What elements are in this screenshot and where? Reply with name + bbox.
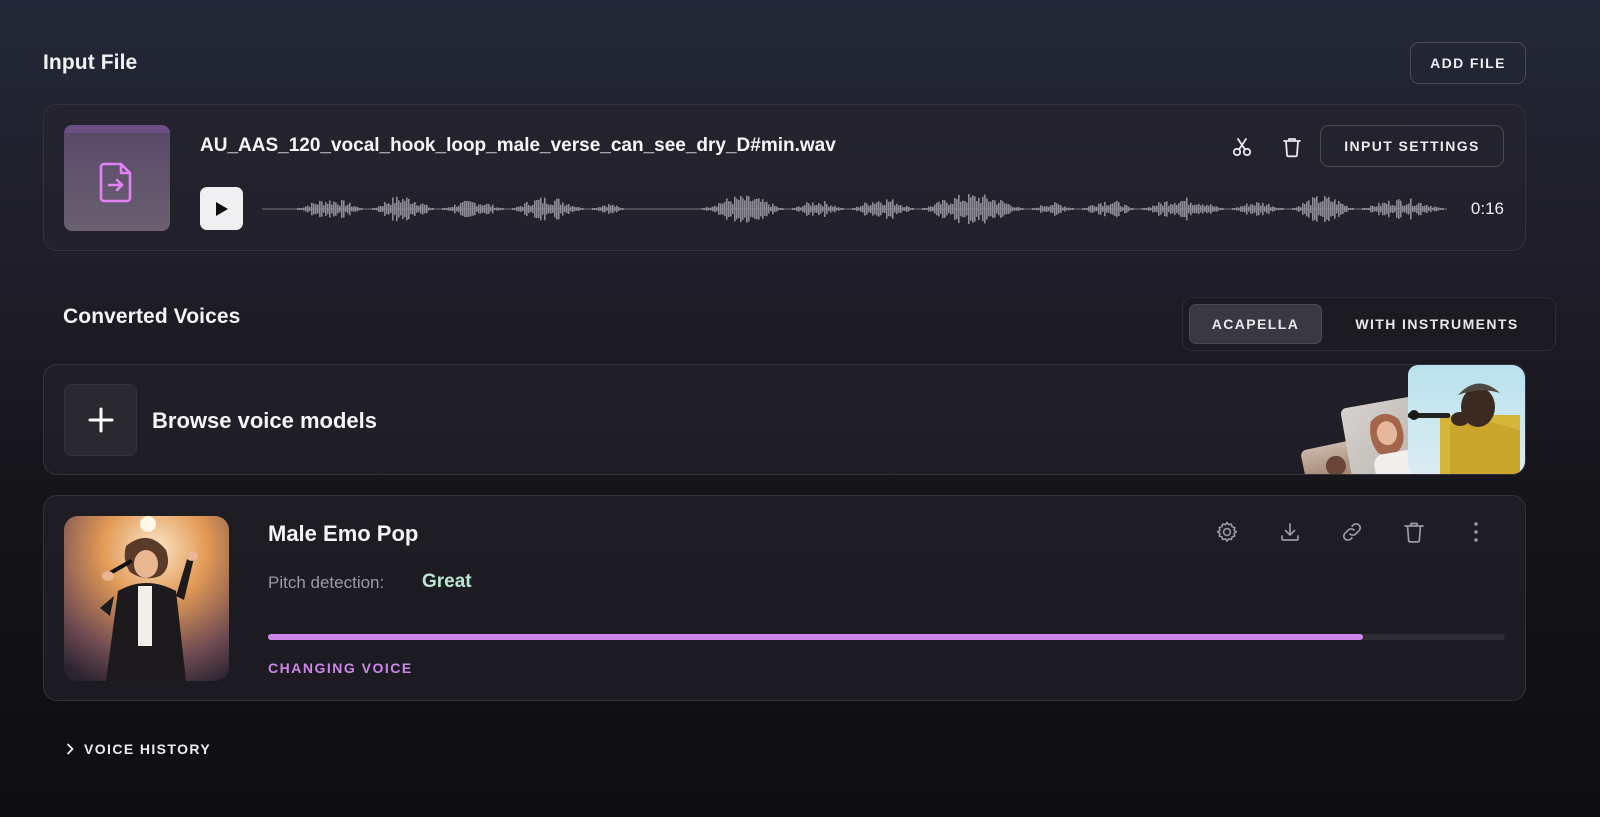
voice-model-image [64,516,229,681]
scissors-icon [1232,138,1252,157]
more-options-button[interactable] [1462,518,1490,546]
delete-input-button[interactable] [1278,133,1306,161]
conversion-progress-bar [268,634,1505,640]
link-icon [1342,522,1362,542]
play-icon [215,201,228,216]
duration-label: 0:16 [1470,199,1504,218]
voice-result-card: Male Emo Pop Pitch detection: Great CHAN… [43,495,1526,701]
trash-icon [1404,522,1424,543]
download-icon [1281,523,1299,541]
tab-acapella[interactable]: ACAPELLA [1189,304,1322,344]
input-file-name: AU_AAS_120_vocal_hook_loop_male_verse_ca… [200,135,836,156]
plus-box [64,384,137,456]
delete-voice-button[interactable] [1400,518,1428,546]
converted-voices-title: Converted Voices [63,305,241,328]
more-vertical-icon [1474,522,1478,542]
voice-history-toggle[interactable]: VOICE HISTORY [66,741,211,757]
output-mode-toggle: ACAPELLA WITH INSTRUMENTS [1182,297,1556,351]
voice-model-preview-images [1301,365,1525,474]
pitch-detection-label: Pitch detection: [268,573,385,592]
waveform[interactable] [262,188,1447,230]
input-file-title: Input File [43,51,138,74]
voice-history-label: VOICE HISTORY [84,741,212,757]
voice-settings-button[interactable] [1213,518,1241,546]
browse-voice-models-card[interactable]: Browse voice models [43,364,1526,475]
copy-link-button[interactable] [1338,518,1366,546]
pitch-detection-value: Great [422,571,472,592]
input-file-thumbnail [64,125,170,231]
tab-with-instruments[interactable]: WITH INSTRUMENTS [1327,304,1547,344]
input-file-card: AU_AAS_120_vocal_hook_loop_male_verse_ca… [43,104,1526,251]
gear-icon [1216,521,1238,542]
chevron-right-icon [67,743,74,755]
trim-button[interactable] [1228,133,1256,161]
input-settings-button[interactable]: INPUT SETTINGS [1320,125,1504,167]
voice-model-name: Male Emo Pop [268,521,419,546]
plus-icon [88,407,113,433]
add-file-button[interactable]: ADD FILE [1410,42,1526,84]
conversion-progress-fill [268,634,1363,640]
conversion-status: CHANGING VOICE [268,660,413,676]
browse-voice-models-label: Browse voice models [152,408,377,433]
download-button[interactable] [1276,518,1304,546]
file-import-icon [99,162,132,203]
trash-icon [1283,138,1301,158]
play-button[interactable] [200,187,243,230]
